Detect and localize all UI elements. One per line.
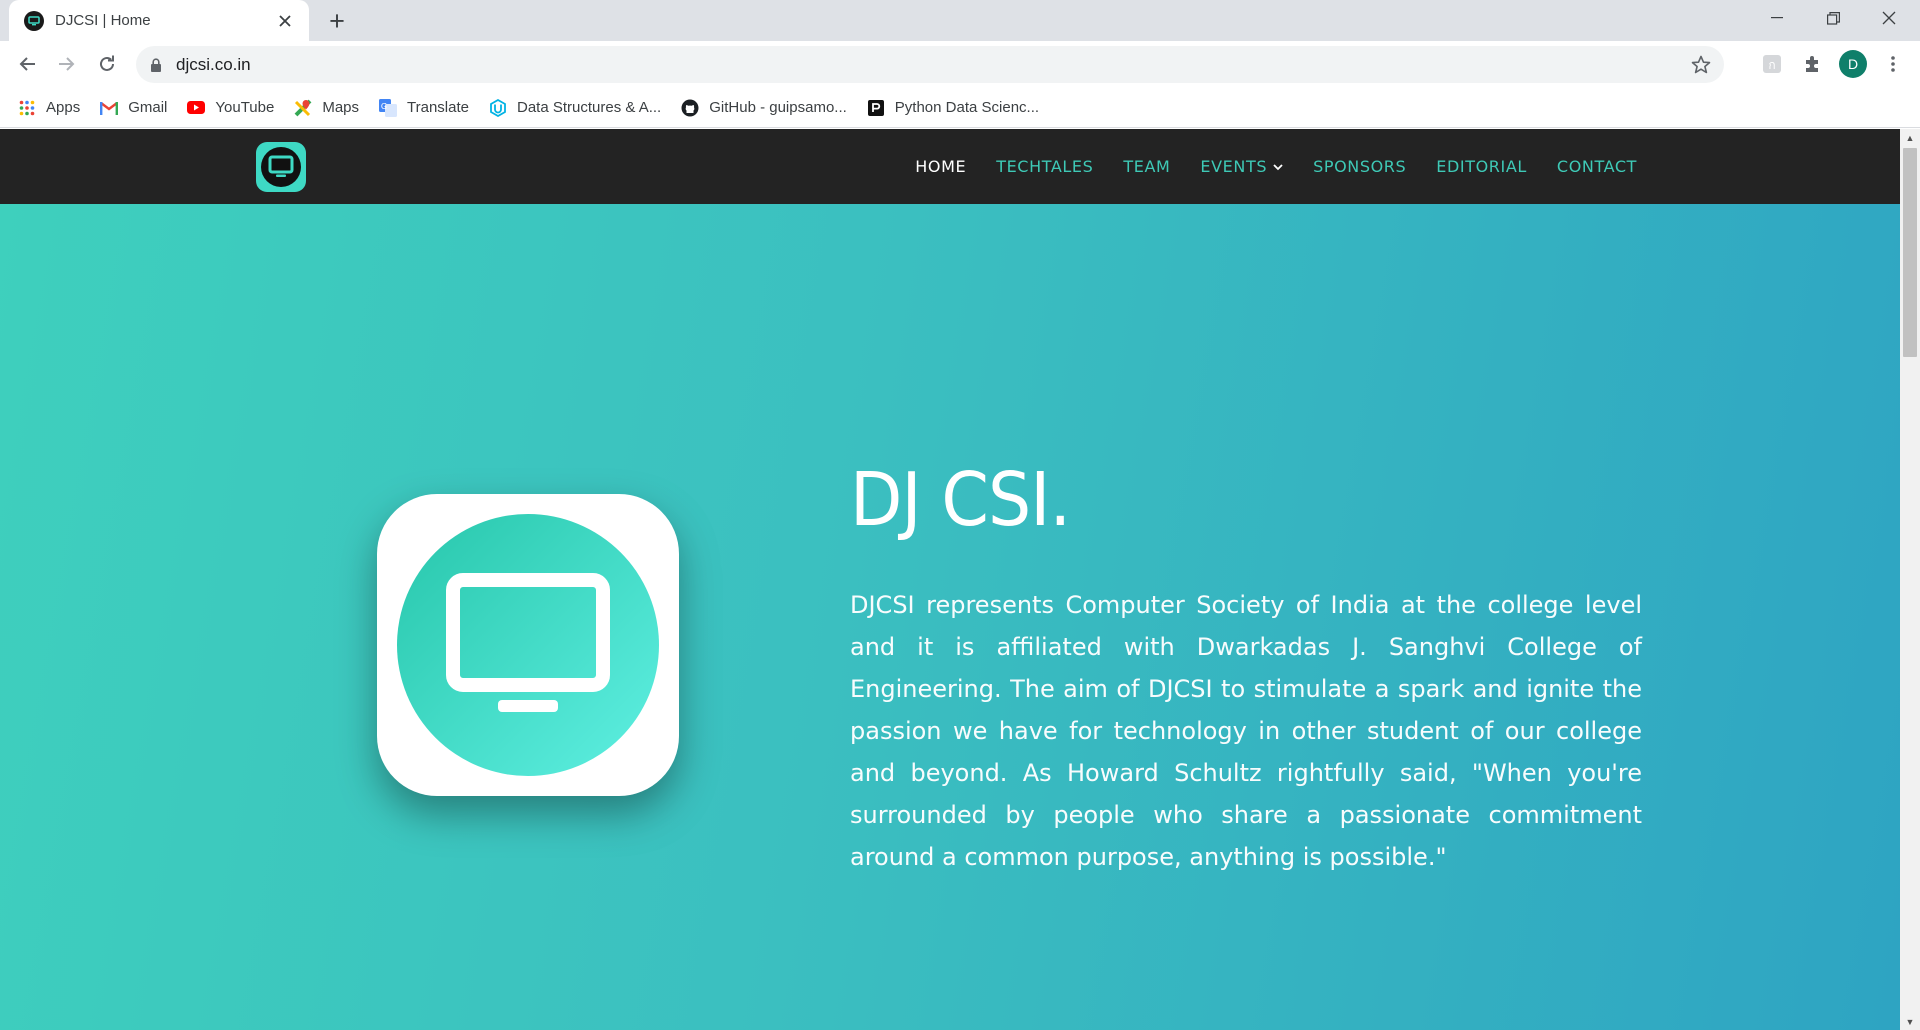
browser-tab[interactable]: DJCSI | Home [9,0,309,41]
extensions-puzzle-icon[interactable] [1799,51,1825,77]
page-viewport: HOME TECHTALES TEAM EVENTS SPONSORS EDIT… [0,129,1900,1030]
bookmark-star-icon[interactable] [1690,54,1712,76]
bookmark-github[interactable]: GitHub - guipsamo... [681,94,847,122]
new-tab-button[interactable]: + [322,6,352,36]
maps-icon [294,99,312,117]
page-scrollbar[interactable]: ▲ ▼ [1900,129,1920,1030]
bookmarks-bar: Apps Gmail YouTube Maps G Translate Data… [0,88,1920,128]
nav-events[interactable]: EVENTS [1200,157,1283,176]
bookmark-label: Maps [322,99,360,116]
address-bar[interactable]: djcsi.co.in [136,46,1724,83]
tab-strip: DJCSI | Home + [0,0,1920,41]
nav-label: EDITORIAL [1436,157,1527,176]
hero-circle [397,514,659,776]
nav-label: SPONSORS [1313,157,1407,176]
nav-techtales[interactable]: TECHTALES [996,157,1093,176]
apps-grid-icon [18,99,36,117]
scroll-thumb[interactable] [1903,148,1917,357]
svg-text:ก: ก [1768,58,1775,72]
bookmark-maps[interactable]: Maps [294,94,359,122]
djcsi-favicon-icon [24,10,44,31]
menu-kebab-icon[interactable] [1880,51,1906,77]
bookmark-label: GitHub - guipsamo... [709,99,847,116]
bookmark-label: Translate [407,99,469,116]
nav-label: CONTACT [1556,157,1637,176]
bookmark-label: YouTube [215,99,275,116]
nav-team[interactable]: TEAM [1123,157,1170,176]
bookmark-translate[interactable]: G Translate [379,94,469,122]
nav-label: TEAM [1123,157,1171,176]
site-navbar: HOME TECHTALES TEAM EVENTS SPONSORS EDIT… [0,129,1900,204]
tab-close-icon[interactable] [275,11,295,31]
monitor-icon [446,573,610,712]
udacity-icon [489,98,507,117]
hero-title: DJ CSI. [850,457,1071,543]
profile-initial: D [1839,50,1867,78]
forward-arrow-icon[interactable] [50,47,84,81]
bookmark-apps[interactable]: Apps [18,94,80,122]
extension-icon[interactable]: ก [1759,51,1785,77]
site-menu: HOME TECHTALES TEAM EVENTS SPONSORS EDIT… [885,129,1637,204]
bookmark-label: Data Structures & A... [517,99,662,116]
nav-label: EVENTS [1200,157,1268,176]
hero-description: DJCSI represents Computer Society of Ind… [850,591,1642,871]
monitor-icon [261,147,301,187]
github-icon [681,99,699,117]
nav-contact[interactable]: CONTACT [1557,157,1637,176]
bookmark-python-data-science[interactable]: Python Data Scienc... [867,94,1039,122]
tab-title: DJCSI | Home [55,12,151,29]
reload-icon[interactable] [90,47,124,81]
url-text: djcsi.co.in [176,54,251,74]
minimize-icon[interactable] [1754,0,1800,36]
bookmark-youtube[interactable]: YouTube [187,94,274,122]
bookmark-label: Python Data Scienc... [894,99,1040,116]
python-data-science-icon [867,99,885,117]
site-logo[interactable] [256,142,306,192]
youtube-icon [187,99,206,117]
nav-label: HOME [915,157,967,176]
svg-text:G: G [381,102,387,111]
back-arrow-icon[interactable] [10,47,44,81]
scroll-down-arrow-icon[interactable]: ▼ [1900,1013,1920,1030]
bookmark-data-structures[interactable]: Data Structures & A... [489,94,661,122]
chevron-down-icon [1273,160,1283,174]
scroll-up-arrow-icon[interactable]: ▲ [1900,129,1920,146]
lock-icon [150,57,164,72]
close-window-icon[interactable] [1866,0,1912,36]
hero-app-icon [377,494,679,796]
bookmark-label: Gmail [128,99,168,116]
nav-home[interactable]: HOME [915,157,966,176]
nav-sponsors[interactable]: SPONSORS [1313,157,1406,176]
restore-icon[interactable] [1810,0,1856,36]
nav-editorial[interactable]: EDITORIAL [1436,157,1527,176]
gmail-icon [100,99,119,117]
browser-toolbar: djcsi.co.in ก D [0,41,1920,88]
profile-avatar[interactable]: D [1838,49,1868,79]
bookmark-label: Apps [46,99,81,116]
nav-label: TECHTALES [996,157,1094,176]
bookmark-gmail[interactable]: Gmail [100,94,167,122]
translate-icon: G [379,98,398,117]
